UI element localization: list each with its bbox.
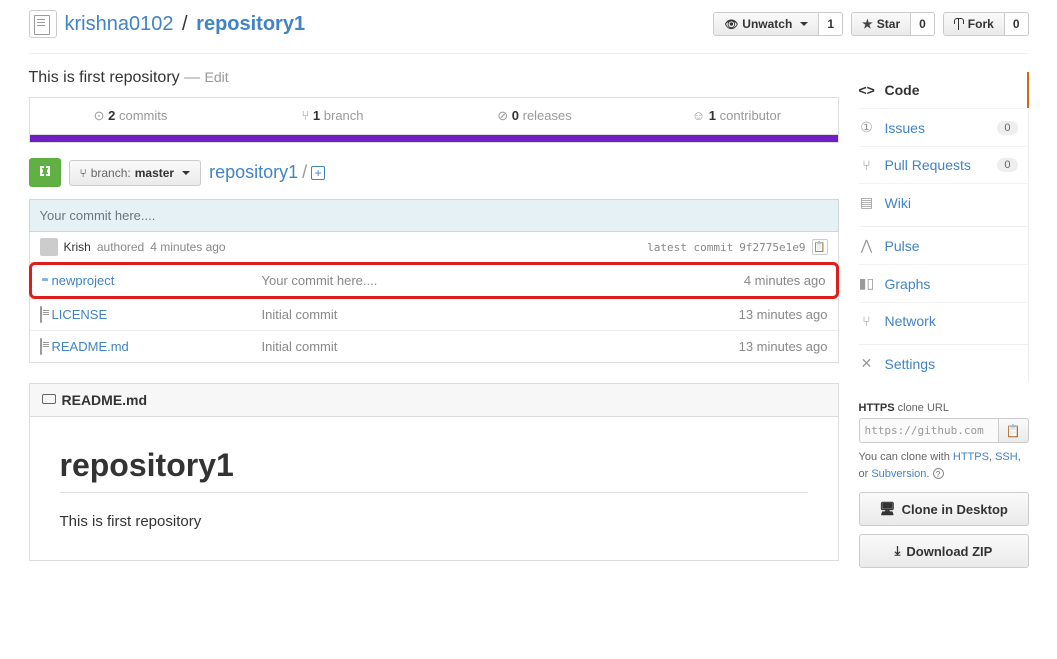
desktop-icon: 🖥 bbox=[879, 501, 896, 517]
tools-icon: ✕ bbox=[859, 355, 875, 372]
https-link[interactable]: HTTPS bbox=[953, 451, 989, 463]
star-count[interactable]: 0 bbox=[911, 12, 935, 36]
numbers-summary: ⊙ 2 commits ⑂ 1 branch ⊘ 0 releases ☺ 1 … bbox=[29, 97, 839, 135]
language-bar[interactable] bbox=[29, 135, 839, 143]
create-file-button[interactable]: + bbox=[311, 166, 325, 180]
commit-author[interactable]: Krish bbox=[64, 240, 91, 254]
branches-stat[interactable]: ⑂ 1 branch bbox=[232, 98, 434, 134]
releases-stat[interactable]: ⊘ 0 releases bbox=[434, 98, 636, 134]
commits-stat[interactable]: ⊙ 2 commits bbox=[30, 98, 232, 134]
file-row: README.mdInitial commit13 minutes ago bbox=[30, 330, 838, 362]
nav-wiki[interactable]: ▤Wiki bbox=[859, 183, 1028, 221]
clone-label: HTTPS clone URL bbox=[859, 402, 1029, 414]
book-icon bbox=[42, 394, 56, 406]
svn-link[interactable]: Subversion bbox=[871, 468, 926, 480]
caret-icon bbox=[182, 171, 190, 175]
clone-desktop-button[interactable]: 🖥Clone in Desktop bbox=[859, 492, 1029, 526]
commit-tease: Your commit here.... bbox=[29, 199, 839, 232]
nav-settings[interactable]: ✕Settings bbox=[859, 344, 1028, 382]
readme-title: repository1 bbox=[60, 447, 808, 493]
repo-title: krishna0102 / repository1 bbox=[65, 13, 714, 36]
pulse-icon: ⋀ bbox=[859, 237, 875, 254]
side-nav: <>Code ①Issues0 ⑂Pull Requests0 ▤Wiki ⋀P… bbox=[859, 72, 1029, 382]
network-icon: ⑂ bbox=[859, 313, 875, 329]
download-icon: ⤓ bbox=[895, 543, 901, 559]
file-commit-msg[interactable]: Initial commit bbox=[262, 307, 739, 322]
commit-age: 4 minutes ago bbox=[150, 240, 225, 254]
star-group: Star 0 bbox=[851, 12, 935, 36]
code-icon: <> bbox=[859, 82, 875, 98]
file-commit-msg[interactable]: Initial commit bbox=[262, 339, 739, 354]
caret-icon bbox=[800, 22, 808, 26]
unwatch-group: Unwatch 1 bbox=[713, 12, 843, 36]
commit-hash[interactable]: 9f2775e1e9 bbox=[739, 241, 805, 254]
clone-help: You can clone with HTTPS, SSH, or Subver… bbox=[859, 449, 1029, 482]
help-icon[interactable]: ? bbox=[933, 468, 944, 479]
star-button[interactable]: Star bbox=[851, 12, 911, 36]
readme-header: README.md bbox=[30, 384, 838, 417]
commit-author-line: Krish authored 4 minutes ago latest comm… bbox=[29, 232, 839, 263]
file-age: 13 minutes ago bbox=[739, 339, 828, 354]
star-icon bbox=[862, 17, 873, 31]
owner-link[interactable]: krishna0102 bbox=[65, 13, 174, 35]
repo-icon bbox=[29, 10, 57, 38]
fork-count[interactable]: 0 bbox=[1005, 12, 1029, 36]
title-separator: / bbox=[182, 13, 188, 35]
unwatch-button[interactable]: Unwatch bbox=[713, 12, 819, 36]
breadcrumb-root[interactable]: repository1 bbox=[209, 162, 298, 183]
fork-button[interactable]: Fork bbox=[943, 12, 1005, 36]
nav-graphs[interactable]: ▮▯Graphs bbox=[859, 264, 1028, 302]
nav-code[interactable]: <>Code bbox=[859, 72, 1029, 108]
file-icon bbox=[40, 307, 42, 322]
clone-url-input[interactable] bbox=[859, 418, 999, 443]
nav-network[interactable]: ⑂Network bbox=[859, 302, 1028, 339]
avatar bbox=[40, 238, 58, 256]
file-name-link[interactable]: README.md bbox=[52, 339, 262, 354]
file-commit-msg[interactable]: Your commit here.... bbox=[262, 273, 744, 288]
pull-request-icon: ⑂ bbox=[859, 157, 875, 173]
file-name-link[interactable]: newproject bbox=[52, 273, 262, 288]
nav-pulse[interactable]: ⋀Pulse bbox=[859, 226, 1028, 264]
download-zip-button[interactable]: ⤓Download ZIP bbox=[859, 534, 1029, 568]
file-name-link[interactable]: LICENSE bbox=[52, 307, 262, 322]
fork-icon bbox=[954, 18, 964, 30]
eye-icon bbox=[724, 17, 738, 31]
compare-button[interactable] bbox=[29, 158, 61, 187]
copy-hash-button[interactable]: 📋 bbox=[812, 239, 828, 255]
ssh-link[interactable]: SSH bbox=[995, 451, 1018, 463]
repo-name-link[interactable]: repository1 bbox=[196, 13, 305, 35]
contributors-stat[interactable]: ☺ 1 contributor bbox=[636, 98, 838, 134]
readme-box: README.md repository1 This is first repo… bbox=[29, 383, 839, 561]
file-age: 13 minutes ago bbox=[739, 307, 828, 322]
graph-icon: ▮▯ bbox=[859, 275, 875, 292]
file-row: LICENSEInitial commit13 minutes ago bbox=[30, 298, 838, 330]
repo-description: This is first repository — Edit bbox=[29, 54, 839, 97]
file-row: newprojectYour commit here....4 minutes … bbox=[29, 262, 839, 299]
file-icon bbox=[40, 339, 42, 354]
copy-url-button[interactable]: 📋 bbox=[999, 418, 1029, 443]
fork-group: Fork 0 bbox=[943, 12, 1029, 36]
pulls-count: 0 bbox=[997, 158, 1017, 172]
breadcrumb: repository1 / + bbox=[209, 162, 325, 183]
nav-pulls[interactable]: ⑂Pull Requests0 bbox=[859, 146, 1028, 183]
file-age: 4 minutes ago bbox=[744, 273, 826, 288]
issues-count: 0 bbox=[997, 121, 1017, 135]
branch-select[interactable]: ⑂ branch: master bbox=[69, 160, 202, 186]
edit-description-link[interactable]: Edit bbox=[205, 69, 229, 85]
readme-body-text: This is first repository bbox=[60, 513, 808, 530]
watch-count[interactable]: 1 bbox=[819, 12, 843, 36]
nav-issues[interactable]: ①Issues0 bbox=[859, 108, 1028, 146]
book-icon: ▤ bbox=[859, 194, 875, 211]
issue-icon: ① bbox=[859, 119, 875, 136]
file-list: newprojectYour commit here....4 minutes … bbox=[29, 262, 839, 363]
